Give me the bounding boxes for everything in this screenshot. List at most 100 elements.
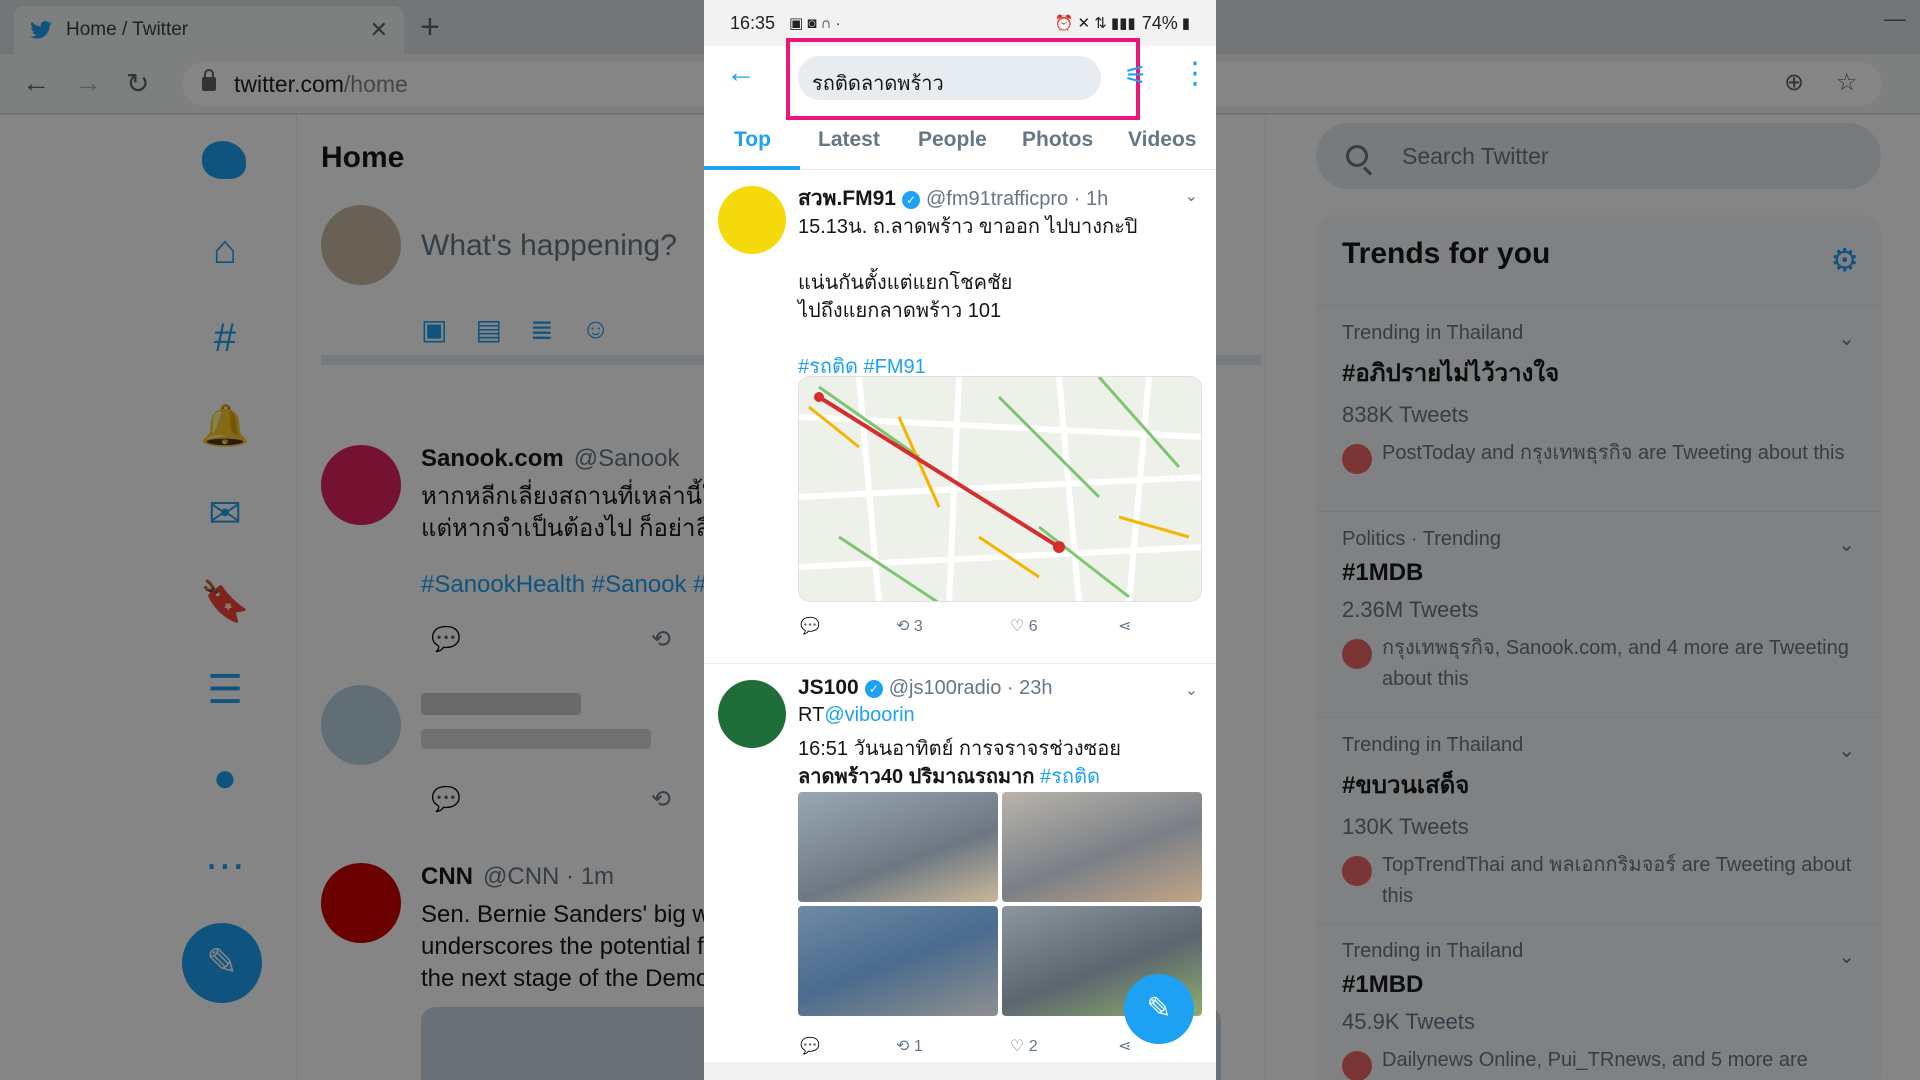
notifications-icon[interactable]: 🔔 [200,401,250,451]
back-icon[interactable]: ← [22,67,50,99]
traffic-photo[interactable] [798,792,998,902]
tab-photos[interactable]: Photos [1022,128,1093,152]
page-title: Home [321,141,405,174]
tweet-actions: 💬 ⟲ [431,785,671,814]
avatar [321,863,401,943]
lock-icon [202,69,216,91]
share-icon[interactable]: ⋖ [1118,1036,1131,1056]
highlight-box [786,38,1140,120]
back-arrow-icon[interactable]: ← [726,56,756,90]
home-icon[interactable]: ⌂ [200,225,250,275]
notification-icons: ▣ ◙ ∩ · [789,15,841,32]
like-button[interactable]: ♡ 2 [1010,1036,1038,1056]
lists-icon[interactable]: ☰ [200,665,250,715]
battery-level: 74% [1141,12,1178,33]
profile-icon[interactable]: ● [200,753,250,803]
chevron-down-icon[interactable]: ⌄ [1185,186,1198,206]
map-image[interactable] [798,376,1202,602]
messages-icon[interactable]: ✉ [200,489,250,539]
tweet-hashtags[interactable]: #SanookHealth #Sanook # [421,571,707,599]
hashtag-link[interactable]: #รถติด [1040,766,1100,788]
avatar [321,205,401,285]
emoji-icon[interactable]: ☺ [581,313,610,346]
new-tab-icon[interactable]: + [420,8,440,47]
avatar [718,680,786,748]
tab-latest[interactable]: Latest [818,128,880,152]
status-time: 16:35 [730,12,776,33]
compose-tweet-button[interactable]: ✎ [1124,974,1194,1044]
tweet-author[interactable]: CNN @CNN · 1m [421,863,614,891]
gear-icon[interactable]: ⚙ [1830,241,1859,279]
forward-icon[interactable]: → [74,67,102,99]
chevron-down-icon[interactable]: ⌄ [1838,326,1855,351]
chevron-down-icon[interactable]: ⌄ [1838,738,1855,763]
compose-input[interactable]: What's happening? [421,229,677,263]
battery-icon: ▮ [1181,15,1190,32]
tab-close-icon[interactable]: ✕ [370,17,388,43]
trends-panel: Trends for you ⚙ Trending in Thailand #อ… [1316,215,1881,1080]
tab-people[interactable]: People [918,128,987,152]
trend-item[interactable]: Politics · Trending #1MDB 2.36M Tweets ก… [1316,511,1881,717]
like-count: 2 [1028,1038,1038,1055]
url-path: /home [343,70,408,97]
left-navigation: ⌂ # 🔔 ✉ 🔖 ☰ ● ⋯ ✎ [170,115,290,1080]
search-input[interactable]: Search Twitter [1316,123,1881,189]
star-icon[interactable]: ☆ [1836,68,1858,97]
reply-icon[interactable]: 💬 [431,785,461,814]
tweet-author[interactable]: Sanook.com @Sanook [421,445,679,473]
tab-top[interactable]: Top [734,128,771,152]
image-icon[interactable]: ▣ [421,313,447,346]
reply-icon[interactable]: 💬 [800,1036,820,1056]
share-icon[interactable]: ⋖ [1118,616,1131,636]
reply-icon[interactable]: 💬 [431,625,461,654]
chevron-down-icon[interactable]: ⌄ [1838,944,1855,969]
mention-link[interactable]: @viboorin [824,704,914,726]
poll-icon[interactable]: ≣ [530,313,553,346]
retweet-icon[interactable]: ⟲ [651,785,671,814]
like-button[interactable]: ♡ 6 [1010,616,1038,636]
chevron-down-icon[interactable]: ⌄ [1838,532,1855,557]
like-count: 6 [1028,618,1038,635]
trend-item[interactable]: Trending in Thailand #1MBD 45.9K Tweets … [1316,923,1881,1080]
filter-icon[interactable]: ⚟ [1124,60,1147,91]
trend-item[interactable]: Trending in Thailand #อภิปรายไม่ไว้วางใจ… [1316,305,1881,511]
blurred-text [421,693,581,715]
gif-icon[interactable]: ▤ [475,313,501,346]
trend-item[interactable]: Trending in Thailand #ขบวนเสด็จ 130K Twe… [1316,717,1881,923]
more-options-icon[interactable]: ⋮ [1180,56,1210,91]
tweet-author[interactable]: JS100 ✓ @js100radio · 23h [798,676,1052,700]
traffic-photo[interactable] [1002,792,1202,902]
retweet-button[interactable]: ⟲ 1 [896,1036,923,1056]
search-tabs: Top Latest People Photos Videos [704,118,1216,170]
android-nav-bar [704,1062,1216,1080]
more-icon[interactable]: ⋯ [200,841,250,891]
twitter-bird-icon [30,21,52,39]
system-icons: ⏰ ✕ ⇅ ▮▮▮ [1054,15,1136,32]
tweet-actions: 💬 ⟲ [431,625,671,654]
chevron-down-icon[interactable]: ⌄ [1185,680,1198,700]
add-icon[interactable]: ⊕ [1784,68,1804,97]
reply-icon[interactable]: 💬 [800,616,820,636]
browser-tab[interactable]: Home / Twitter ✕ [14,6,404,54]
reload-icon[interactable]: ↻ [126,67,149,100]
traffic-photo[interactable] [798,906,998,1016]
retweet-count: 1 [913,1038,923,1055]
retweet-count: 3 [913,618,923,635]
compose-tweet-button[interactable]: ✎ [182,923,262,1003]
twitter-logo-icon[interactable] [196,135,252,185]
retweet-icon[interactable]: ⟲ [651,625,671,654]
tweet-text: หากหลีกเลี่ยงสถานที่เหล่านี้ใ แต่หากจำเป… [421,483,714,542]
tab-videos[interactable]: Videos [1128,128,1196,152]
explore-icon[interactable]: # [200,313,250,363]
tweet-text: ไปถึงแยกลาดพร้าว 101 [798,300,1002,322]
traffic-map [799,377,1201,601]
bookmarks-icon[interactable]: 🔖 [200,577,250,627]
blurred-text [421,729,651,749]
tweet-text: RT@viboorin [798,704,915,726]
minimize-icon[interactable]: — [1884,6,1906,32]
retweet-button[interactable]: ⟲ 3 [896,616,923,636]
phone-screen: 16:35 ▣ ◙ ∩ · ⏰ ✕ ⇅ ▮▮▮ 74% ▮ ← รถติดลาด… [704,0,1216,1080]
url-host: twitter.com [234,70,344,97]
compose-tools: ▣ ▤ ≣ ☺ [421,313,610,346]
tweet[interactable]: สวพ.FM91 ✓ @fm91trafficpro · 1h ⌄ 15.13น. … [704,172,1216,664]
